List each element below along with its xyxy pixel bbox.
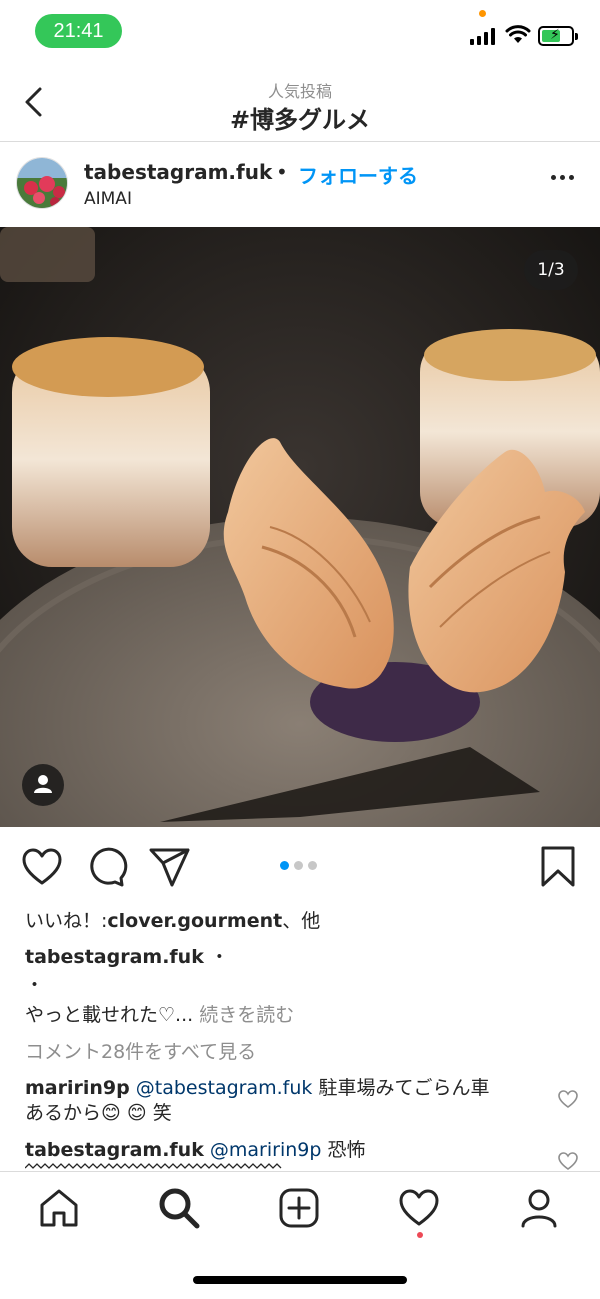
- profile-icon[interactable]: [517, 1186, 561, 1230]
- status-bar: 21:41 ⚡: [0, 0, 600, 62]
- page-title: #博多グルメ: [229, 106, 371, 134]
- action-bar: [0, 827, 600, 907]
- status-time[interactable]: 21:41: [35, 14, 122, 48]
- caption-text: やっと載せれた♡...: [25, 1004, 194, 1026]
- caption-username[interactable]: tabestagram.fuk: [25, 946, 204, 968]
- caption-line-2: ・: [25, 974, 45, 996]
- carousel-dot-2: [294, 861, 303, 870]
- comment-text-line-2: あるから😊 😊 笑: [25, 1102, 172, 1124]
- comment-like-heart-icon[interactable]: [557, 1089, 579, 1109]
- view-all-comments-link[interactable]: コメント28件をすべて見る: [25, 1037, 256, 1064]
- post-location[interactable]: AIMAI: [84, 189, 132, 209]
- post-header: tabestagram.fuk • フォローする AIMAI: [0, 142, 600, 227]
- avatar[interactable]: [16, 157, 68, 209]
- post-photo[interactable]: [0, 227, 600, 827]
- comment-like-heart-icon[interactable]: [557, 1151, 579, 1171]
- caption-text-line: やっと載せれた♡... 続きを読む: [25, 1000, 294, 1027]
- caption-trail: ・: [203, 946, 229, 968]
- comment-mention[interactable]: @tabestagram.fuk: [136, 1077, 313, 1099]
- likes-suffix[interactable]: 、他: [282, 910, 320, 932]
- follow-button[interactable]: フォローする: [298, 160, 418, 189]
- battery-icon: ⚡: [538, 26, 578, 46]
- comment-username[interactable]: maririn9p: [25, 1077, 130, 1099]
- comment-mention[interactable]: @maririn9p: [210, 1139, 322, 1161]
- comment-row: maririn9p @tabestagram.fuk 駐車場みてごらん車: [25, 1073, 489, 1100]
- more-options-icon[interactable]: [551, 175, 574, 180]
- likes-line: いいね！:clover.gourment、他: [25, 906, 320, 933]
- likes-prefix: いいね！:: [25, 910, 108, 932]
- home-indicator[interactable]: [193, 1276, 407, 1284]
- save-bookmark-icon[interactable]: [536, 845, 580, 889]
- wifi-icon: [505, 25, 531, 43]
- comment-icon[interactable]: [84, 845, 128, 889]
- separator-dot: •: [276, 160, 288, 184]
- tagged-users-button[interactable]: [22, 764, 64, 806]
- activity-notification-dot: [417, 1232, 423, 1238]
- mic-indicator-dot: [479, 10, 486, 17]
- post-username[interactable]: tabestagram.fuk: [84, 160, 272, 184]
- comment-row: tabestagram.fuk @maririn9p 恐怖: [25, 1135, 365, 1162]
- likes-user[interactable]: clover.gourment: [107, 910, 282, 932]
- caption-line: tabestagram.fuk ・: [25, 942, 229, 969]
- nav-subtitle: 人気投稿: [267, 82, 332, 101]
- comment-text: 駐車場みてごらん車: [312, 1077, 490, 1099]
- carousel-dot-3: [308, 861, 317, 870]
- search-icon[interactable]: [157, 1186, 201, 1230]
- create-post-icon[interactable]: [277, 1186, 321, 1230]
- comment-cut-off-text: [25, 1163, 282, 1169]
- carousel-indicator: [280, 861, 317, 870]
- home-icon[interactable]: [37, 1186, 81, 1230]
- activity-heart-icon[interactable]: [397, 1186, 441, 1230]
- share-send-icon[interactable]: [148, 845, 192, 889]
- person-icon: [34, 775, 52, 793]
- carousel-dot-1: [280, 861, 289, 870]
- comment-username[interactable]: tabestagram.fuk: [25, 1139, 204, 1161]
- cellular-signal-icon: [470, 27, 495, 45]
- comment-text: 恐怖: [321, 1139, 366, 1161]
- nav-header: 人気投稿 #博多グルメ: [0, 62, 600, 142]
- read-more-link[interactable]: 続きを読む: [199, 1004, 294, 1026]
- carousel-counter: 1/3: [524, 250, 578, 290]
- like-heart-icon[interactable]: [20, 845, 64, 889]
